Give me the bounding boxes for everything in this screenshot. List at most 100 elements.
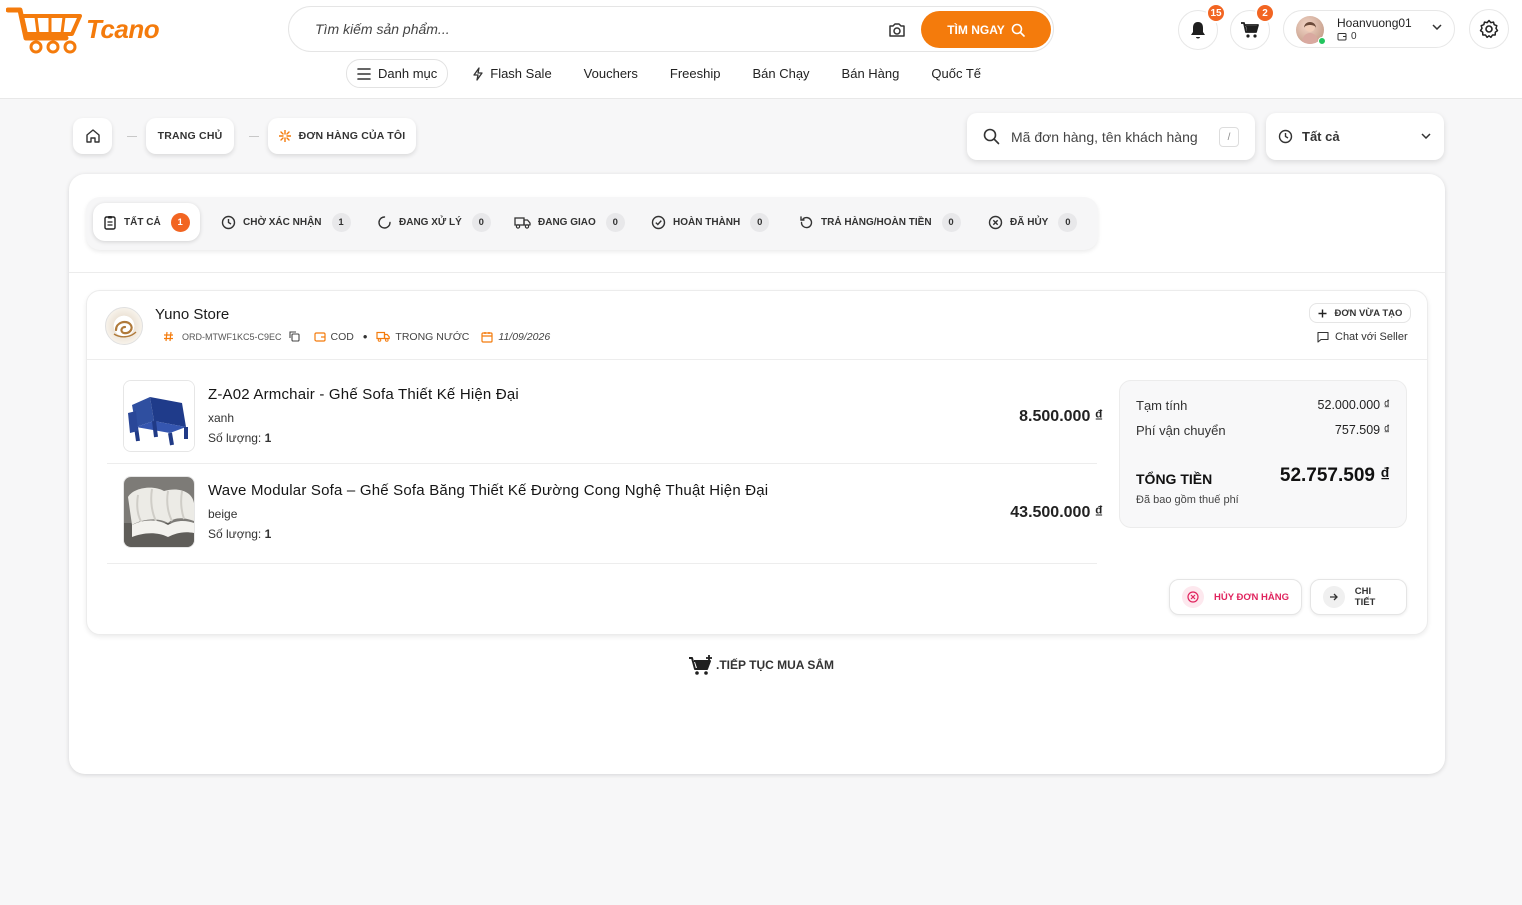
- continue-shopping-label: .TIẾP TỤC MUA SẮM: [716, 658, 835, 672]
- wallet-icon: [1337, 33, 1347, 41]
- tab-label: HOÀN THÀNH: [673, 216, 741, 228]
- breadcrumb-home-button[interactable]: [73, 118, 112, 154]
- x-circle-icon: [1182, 586, 1204, 608]
- tab-shipping[interactable]: ĐANG GIAO 0: [504, 203, 635, 241]
- order-item[interactable]: Z-A02 Armchair - Ghế Sofa Thiết Kế Hiện …: [123, 380, 1103, 460]
- nav-international[interactable]: Quốc Tế: [931, 66, 981, 81]
- shipping-type-text: TRONG NƯỚC: [395, 330, 470, 343]
- tab-count: 0: [941, 212, 961, 232]
- product-image: [123, 380, 195, 452]
- subtotal-label: Tạm tính: [1136, 398, 1188, 413]
- nav-flash-sale[interactable]: Flash Sale: [472, 66, 552, 81]
- tab-pending-confirmation[interactable]: CHỜ XÁC NHẬN 1: [211, 203, 361, 241]
- nav-label: Bán Chạy: [752, 66, 810, 81]
- breadcrumb-current: ĐƠN HÀNG CỦA TÔI: [268, 118, 416, 154]
- tab-cancelled[interactable]: ĐÃ HỦY 0: [978, 203, 1087, 241]
- online-status-dot: [1318, 37, 1326, 45]
- shipping-fee-row: Phí vận chuyển 757.509 ₫: [1136, 423, 1390, 438]
- wallet-balance: 0: [1337, 31, 1357, 42]
- tab-processing[interactable]: ĐANG XỬ LÝ 0: [367, 203, 501, 241]
- settings-button[interactable]: [1469, 9, 1509, 49]
- nav-best-selling[interactable]: Bán Chạy: [752, 66, 809, 81]
- notifications-button[interactable]: 15: [1178, 3, 1226, 50]
- search-button-label: TÌM NGAY: [947, 22, 1005, 37]
- search-button[interactable]: TÌM NGAY: [921, 11, 1051, 48]
- tab-returns-refunds[interactable]: TRẢ HÀNG/HOÀN TIỀN 0: [789, 203, 971, 241]
- tab-count: 0: [1058, 212, 1078, 232]
- item-divider: [107, 463, 1097, 464]
- cart-plus-icon: [689, 655, 712, 675]
- chevron-down-icon: [1421, 133, 1431, 139]
- username: Hoanvuong01: [1337, 16, 1412, 30]
- quantity-label: Số lượng:: [208, 431, 262, 445]
- nav-freeship[interactable]: Freeship: [670, 66, 721, 81]
- order-summary: Tạm tính 52.000.000 ₫ Phí vận chuyển 757…: [1119, 380, 1407, 528]
- quantity-label: Số lượng:: [208, 527, 262, 541]
- order-item[interactable]: Wave Modular Sofa – Ghế Sofa Băng Thiết …: [123, 476, 1103, 556]
- order-search[interactable]: Mã đơn hàng, tên khách hàng /: [967, 113, 1255, 160]
- tab-all[interactable]: TẤT CẢ 1: [93, 203, 200, 241]
- nav-categories[interactable]: Danh mục: [346, 59, 449, 88]
- camera-icon[interactable]: [888, 22, 906, 38]
- product-name[interactable]: Wave Modular Sofa – Ghế Sofa Băng Thiết …: [208, 482, 768, 499]
- shipping-fee-value: 757.509 ₫: [1334, 423, 1390, 437]
- nav-label: Danh mục: [378, 66, 438, 81]
- continue-shopping-link[interactable]: .TIẾP TỤC MUA SẮM: [688, 654, 834, 676]
- lightning-icon: [473, 66, 483, 81]
- nav-label: Freeship: [669, 66, 721, 81]
- order-id-text: ORD-MTWF1KC5-C9EC: [182, 331, 282, 342]
- status-filter-select[interactable]: Tất cả: [1266, 113, 1444, 160]
- order-status-button[interactable]: ĐƠN VỪA TẠO: [1309, 303, 1411, 323]
- cancel-order-button[interactable]: HỦY ĐƠN HÀNG: [1169, 579, 1302, 615]
- store-name[interactable]: Yuno Store: [155, 306, 229, 323]
- order-search-input[interactable]: Mã đơn hàng, tên khách hàng: [1011, 129, 1207, 145]
- shipping-fee-label: Phí vận chuyển: [1136, 423, 1226, 438]
- order-date: 11/09/2026: [481, 331, 550, 343]
- quantity-value: 1: [264, 527, 272, 541]
- cart-logo-icon: [6, 7, 82, 54]
- product-variant: beige: [208, 507, 238, 521]
- order-status-label: ĐƠN VỪA TẠO: [1334, 307, 1403, 319]
- breadcrumb-home[interactable]: TRANG CHỦ: [146, 118, 234, 154]
- tab-label: CHỜ XÁC NHẬN: [243, 216, 322, 228]
- copy-icon[interactable]: [288, 331, 300, 342]
- subtotal-value: 52.000.000 ₫: [1317, 398, 1390, 412]
- order-status-tabs: TẤT CẢ 1 CHỜ XÁC NHẬN 1 ĐANG XỬ LÝ 0 ĐAN…: [86, 197, 1098, 250]
- search-input[interactable]: Tìm kiếm sản phẩm...: [315, 21, 450, 37]
- cancel-order-label: HỦY ĐƠN HÀNG: [1214, 591, 1289, 603]
- tab-label: ĐANG XỬ LÝ: [399, 216, 462, 228]
- product-quantity: Số lượng: 1: [208, 431, 271, 445]
- order-detail-button[interactable]: CHI TIẾT: [1310, 579, 1407, 615]
- orders-panel: TẤT CẢ 1 CHỜ XÁC NHẬN 1 ĐANG XỬ LÝ 0 ĐAN…: [69, 174, 1445, 774]
- message-square-icon: [1317, 331, 1329, 343]
- loader-icon: [378, 215, 391, 229]
- hash-icon: [164, 331, 173, 342]
- brand-logo[interactable]: Tcano: [6, 4, 160, 54]
- cart-button[interactable]: 2: [1230, 3, 1275, 50]
- breadcrumb-separator: [249, 136, 259, 137]
- top-header: Tcano Tìm kiếm sản phẩm... TÌM NGAY Danh…: [0, 0, 1522, 99]
- item-divider: [107, 563, 1097, 564]
- clock-icon: [1278, 129, 1293, 144]
- chat-with-seller[interactable]: Chat với Seller: [1317, 331, 1408, 343]
- tab-completed[interactable]: HOÀN THÀNH 0: [641, 203, 779, 241]
- tab-label: ĐANG GIAO: [538, 216, 596, 228]
- product-search-bar[interactable]: Tìm kiếm sản phẩm... TÌM NGAY: [288, 6, 1054, 52]
- product-name[interactable]: Z-A02 Armchair - Ghế Sofa Thiết Kế Hiện …: [208, 386, 519, 403]
- chat-label: Chat với Seller: [1335, 331, 1408, 343]
- order-date-text: 11/09/2026: [498, 330, 551, 343]
- quantity-value: 1: [264, 431, 272, 445]
- tab-count: 1: [170, 212, 190, 232]
- check-circle-icon: [651, 215, 666, 229]
- sparkle-icon: [278, 130, 291, 142]
- meta-dot: •: [362, 329, 368, 344]
- breadcrumb-home-label: TRANG CHỦ: [157, 130, 223, 142]
- order-id: ORD-MTWF1KC5-C9EC: [163, 331, 300, 342]
- plus-icon: [1318, 309, 1327, 317]
- nav-label: Flash Sale: [490, 66, 552, 81]
- nav-selling[interactable]: Bán Hàng: [842, 66, 900, 81]
- user-menu[interactable]: Hoanvuong01 0: [1283, 10, 1455, 48]
- nav-vouchers[interactable]: Vouchers: [584, 66, 638, 81]
- clock-icon: [221, 215, 236, 229]
- clipboard-icon: [104, 215, 116, 230]
